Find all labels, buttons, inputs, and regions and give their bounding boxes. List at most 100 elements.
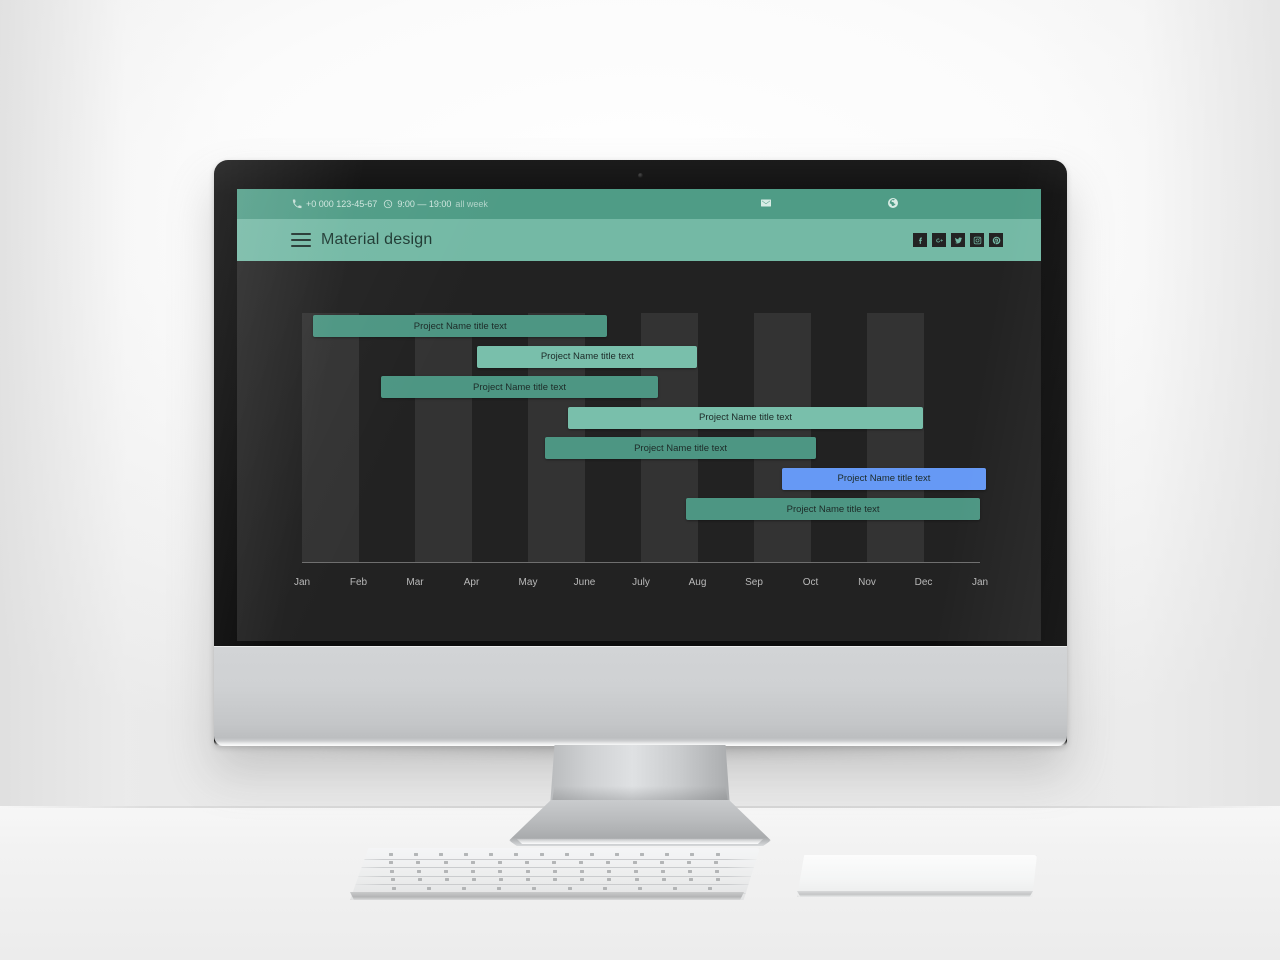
gantt-task-bar[interactable]: Project Name title text [381, 376, 658, 398]
keyboard-key [690, 853, 695, 856]
keyboard-key [497, 886, 502, 890]
gantt-month-label: Apr [463, 577, 480, 588]
keyboard-key [444, 869, 449, 873]
gantt-task-bar[interactable]: Project Name title text [686, 498, 980, 520]
keyboard-key [426, 886, 431, 890]
keyboard-key [526, 878, 531, 882]
mail-icon[interactable] [760, 197, 772, 211]
keyboard-key [665, 853, 670, 856]
keyboard-key [470, 861, 475, 865]
gantt-month-label: Jan [293, 577, 311, 588]
keyboard-key [525, 869, 530, 873]
pinterest-icon[interactable] [989, 233, 1003, 247]
keyboard-key [640, 853, 645, 856]
phone-group[interactable]: +0 000 123-45-67 [292, 199, 377, 209]
keyboard-key [443, 861, 448, 865]
keyboard-key [580, 878, 585, 882]
keyboard[interactable] [350, 848, 760, 900]
gantt-task-bar[interactable]: Project Name title text [313, 315, 608, 337]
keyboard-key [614, 853, 619, 856]
gantt-month-label: July [632, 577, 650, 588]
trackpad-front-edge [797, 891, 1033, 897]
clock-icon [383, 199, 393, 209]
trackpad[interactable] [797, 855, 1037, 897]
gantt-month-label: Feb [349, 577, 368, 588]
phone-number: +0 000 123-45-67 [306, 199, 378, 209]
phone-icon [292, 199, 302, 209]
gantt-month-label: Aug [688, 577, 707, 588]
keyboard-key [715, 878, 720, 882]
keyboard-key [638, 886, 642, 890]
hamburger-menu-icon[interactable] [291, 233, 311, 247]
social-links-group [913, 233, 1003, 247]
keyboard-key [552, 869, 557, 873]
keyboard-key [390, 878, 395, 882]
keyboard-key [389, 861, 394, 865]
keyboard-key [416, 861, 421, 865]
imac-monitor: +0 000 123-45-67 9:00 — 19:00 all week M… [214, 160, 1067, 746]
gantt-month-axis: Jan Feb Mar Apr May June July Aug Sep Oct Nov Dec Ja… [294, 577, 988, 595]
keyboard-key [417, 869, 422, 873]
keyboard-key [578, 861, 583, 865]
keyboard-key [497, 861, 502, 865]
keyboard-key [688, 878, 693, 882]
backdrop-shadow-left [0, 0, 230, 830]
gantt-task-bar[interactable]: Project Name title text [567, 406, 924, 429]
gantt-month-label: Mar [406, 577, 424, 588]
keyboard-key [413, 853, 418, 856]
globe-icon[interactable] [887, 197, 899, 211]
keyboard-key [499, 878, 504, 882]
gantt-month-label: June [573, 577, 596, 588]
instagram-icon[interactable] [970, 233, 984, 247]
keyboard-key [464, 853, 469, 856]
hours-group: 9:00 — 19:00 all week [383, 199, 488, 209]
keyboard-key [564, 853, 569, 856]
keyboard-key [471, 869, 476, 873]
gantt-axis-line [302, 562, 980, 563]
gantt-bars-group: Project Name title text Project Name titl… [302, 313, 986, 563]
keyboard-key [472, 878, 477, 882]
keyboard-key [579, 869, 584, 873]
screen-viewport: +0 000 123-45-67 9:00 — 19:00 all week M… [237, 189, 1041, 641]
keyboard-key [633, 869, 638, 873]
keyboard-key [514, 853, 519, 856]
keyboard-key [606, 861, 610, 865]
keyboard-row-line [350, 875, 760, 877]
contact-info-group: +0 000 123-45-67 9:00 — 19:00 all week [292, 199, 488, 209]
keyboard-key [551, 861, 556, 865]
keyboard-key [687, 861, 692, 865]
brand-title: Material design [321, 231, 433, 248]
keyboard-front-edge [350, 892, 744, 900]
gantt-month-label: May [518, 577, 538, 588]
keyboard-key [633, 861, 638, 865]
keyboard-key [715, 869, 720, 873]
keyboard-key [602, 886, 607, 890]
working-hours-note: all week [455, 199, 488, 209]
keyboard-key [390, 869, 395, 873]
keyboard-key [489, 853, 494, 856]
keyboard-key [708, 886, 713, 890]
gantt-task-bar[interactable]: Project Name title text [477, 345, 698, 368]
webcam-icon [638, 173, 643, 178]
main-navbar: Material design [237, 219, 1041, 261]
twitter-icon[interactable] [951, 233, 965, 247]
keyboard-row-line [350, 859, 760, 860]
gantt-plot-area: Project Name title text Project Name titl… [302, 313, 986, 563]
gantt-task-bar[interactable]: Project Name title text [544, 437, 817, 459]
gantt-month-label: Nov [858, 577, 876, 588]
keyboard-key [673, 886, 678, 890]
keyboard-key [445, 878, 450, 882]
gantt-task-bar[interactable]: Project Name title text [782, 467, 986, 490]
google-plus-icon[interactable] [932, 233, 946, 247]
keyboard-row-line [350, 884, 760, 886]
keyboard-key [462, 886, 466, 890]
keyboard-key [391, 886, 396, 890]
gantt-month-label: Oct [802, 577, 819, 588]
keyboard-key [715, 853, 720, 856]
keyboard-key [687, 869, 692, 873]
gantt-month-label: Jan [971, 577, 989, 588]
backdrop-shadow-right [1030, 0, 1280, 830]
gantt-chart-panel: Project Name title text Project Name titl… [237, 261, 1041, 641]
keyboard-key [553, 878, 558, 882]
facebook-icon[interactable] [913, 233, 927, 247]
